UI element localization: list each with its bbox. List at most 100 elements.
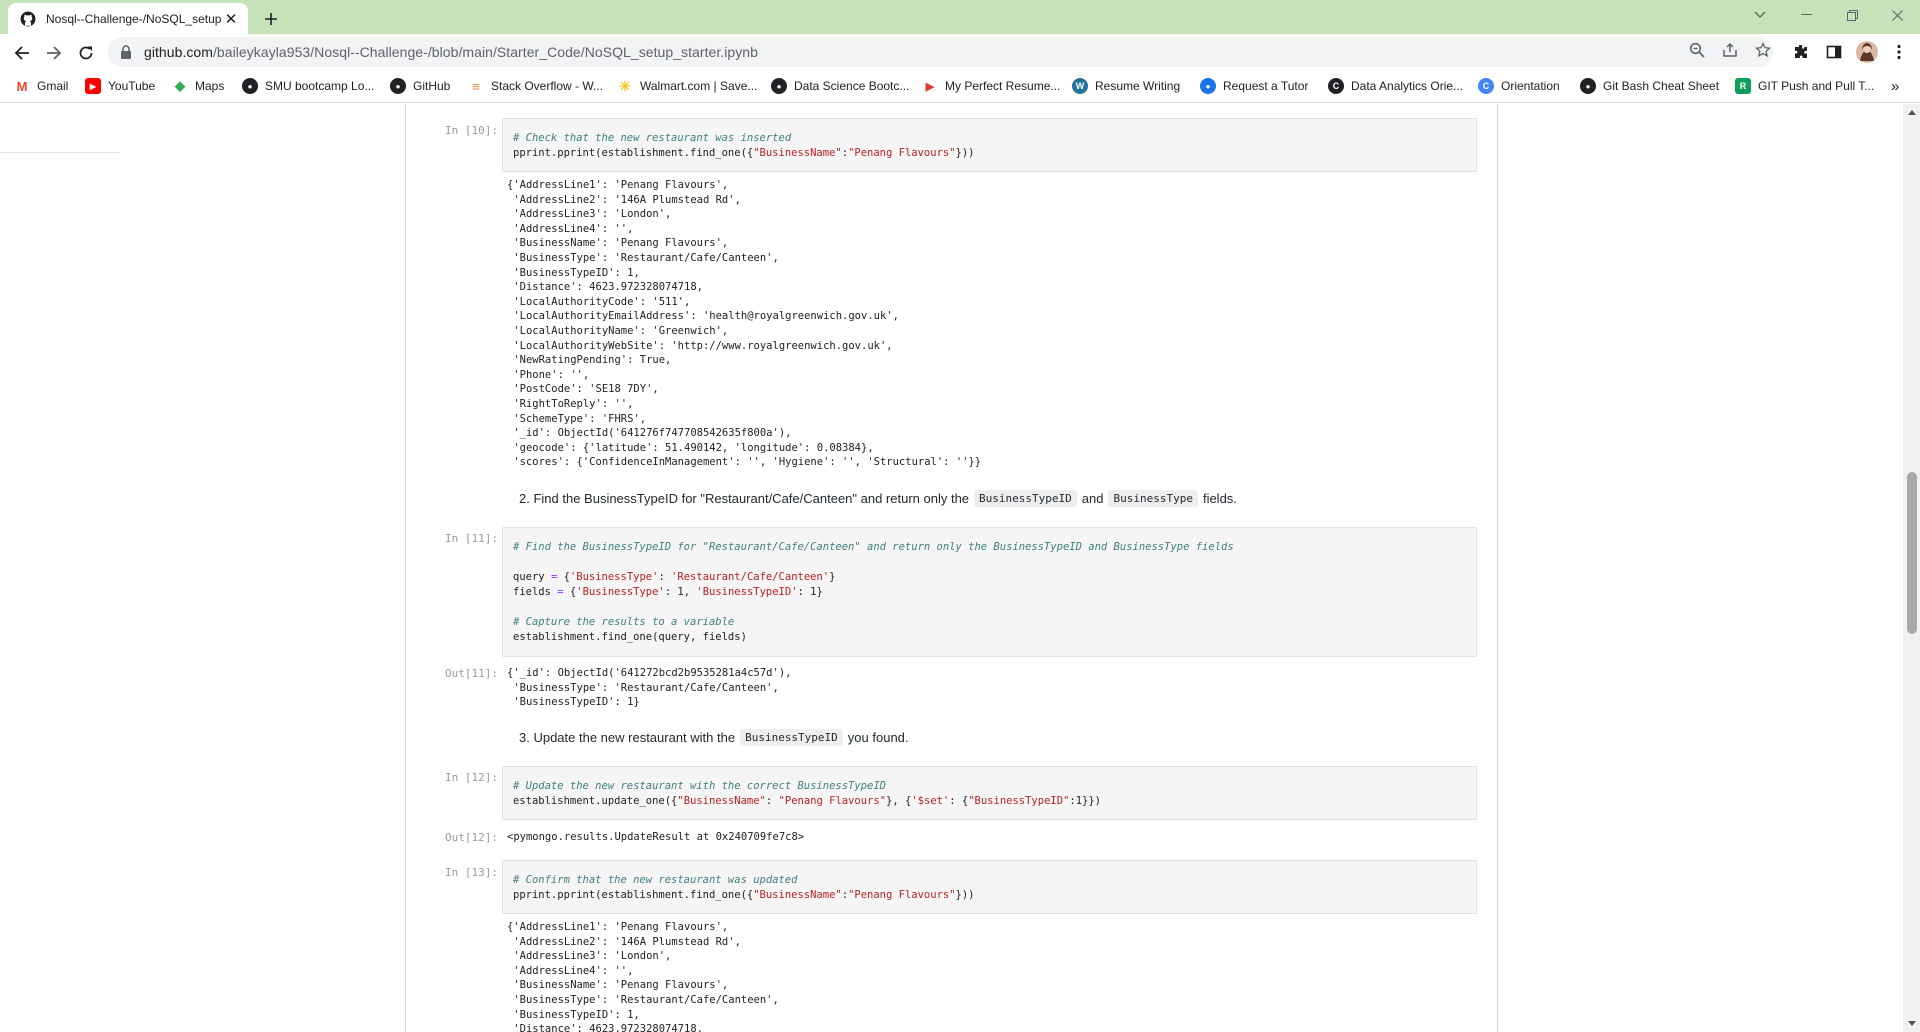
share-icon[interactable] [1719, 39, 1741, 61]
globe-icon: ● [242, 78, 258, 94]
browser-toolbar: github.com/baileykayla953/Nosql--Challen… [0, 34, 1920, 70]
cell-prompt: In [11]: [445, 532, 498, 545]
tab-search-chevron-icon[interactable] [1737, 0, 1783, 30]
cell-output: {'AddressLine1': 'Penang Flavours', 'Add… [507, 179, 982, 469]
bookmark-git-bash-cheat-sheet[interactable]: ● Git Bash Cheat Sheet [1580, 76, 1719, 96]
md-text: fields. [1202, 491, 1237, 506]
divider [0, 152, 120, 153]
bookmark-label: Maps [195, 79, 225, 93]
minimize-icon[interactable] [1783, 0, 1829, 30]
plus-icon[interactable] [258, 6, 284, 32]
scroll-down-icon[interactable] [1907, 1019, 1916, 1028]
globe-icon: C [1328, 78, 1344, 94]
code-cell[interactable]: # Check that the new restaurant was inse… [502, 118, 1477, 172]
sidepanel-icon[interactable] [1823, 41, 1845, 63]
github-icon: ● [390, 78, 406, 94]
maps-icon: ◆ [172, 78, 188, 94]
tab-title: Nosql--Challenge-/NoSQL_setup [46, 11, 222, 26]
bookmark-label: YouTube [108, 79, 156, 93]
avatar[interactable] [1856, 41, 1878, 63]
bookmark-label: Resume Writing [1095, 79, 1181, 93]
bookmark-label: Request a Tutor [1223, 79, 1309, 93]
bookmark-smu-bootcamp[interactable]: ● SMU bootcamp Lo... [242, 76, 374, 96]
cell-prompt: In [13]: [445, 866, 498, 879]
md-text: 3. Update the new restaurant with the [519, 730, 736, 745]
bookmark-request-a-tutor[interactable]: ● Request a Tutor [1200, 76, 1308, 96]
bookmark-label: GitHub [413, 79, 451, 93]
bookmark-youtube[interactable]: ▶ YouTube [85, 76, 155, 96]
bookmark-label: SMU bootcamp Lo... [265, 79, 375, 93]
bookmark-data-analytics[interactable]: C Data Analytics Orie... [1328, 76, 1463, 96]
md-text: and [1081, 491, 1104, 506]
walmart-icon: ✳ [617, 78, 633, 94]
zoom-icon[interactable] [1686, 39, 1708, 61]
markdown-cell: 3. Update the new restaurant with the Bu… [519, 729, 909, 746]
restore-icon[interactable] [1829, 0, 1875, 30]
gmail-icon: M [14, 78, 30, 94]
bookmarks-bar: M Gmail ▶ YouTube ◆ Maps ● SMU bootcamp Lo..… [0, 70, 1920, 103]
orientation-icon: C [1478, 78, 1494, 94]
globe-icon: ● [771, 78, 787, 94]
cell-output: {'_id': ObjectId('641272bcd2b9535281a4c5… [507, 667, 792, 709]
back-icon[interactable] [8, 39, 36, 67]
output-prompt: Out[12]: [445, 831, 498, 844]
scroll-thumb[interactable] [1907, 472, 1917, 634]
bookmark-label: Walmart.com | Save... [640, 79, 758, 93]
bookmark-label: GIT Push and Pull T... [1758, 79, 1875, 93]
markdown-cell: 2. Find the BusinessTypeID for "Restaura… [519, 490, 1237, 507]
resume-icon: ▶ [922, 78, 938, 94]
tutor-icon: ● [1200, 78, 1216, 94]
forward-icon[interactable] [40, 39, 68, 67]
code-cell[interactable]: # Update the new restaurant with the cor… [502, 766, 1477, 820]
code-cell[interactable]: # Find the BusinessTypeID for "Restauran… [502, 527, 1477, 657]
bookmark-label: Git Bash Cheat Sheet [1603, 79, 1720, 93]
youtube-icon: ▶ [85, 78, 101, 94]
bookmark-orientation[interactable]: C Orientation [1478, 76, 1560, 96]
lock-icon [121, 45, 131, 59]
bookmark-stack-overflow[interactable]: ≡ Stack Overflow - W... [468, 76, 603, 96]
inline-code: BusinessTypeID [974, 490, 1077, 507]
bookmark-data-science-bootcamp[interactable]: ● Data Science Bootc... [771, 76, 909, 96]
inline-code: BusinessType [1108, 490, 1198, 507]
bookmark-gmail[interactable]: M Gmail [14, 76, 68, 96]
star-icon[interactable] [1752, 39, 1774, 61]
github-icon [20, 11, 36, 26]
close-window-icon[interactable] [1874, 0, 1920, 30]
bookmark-label: Data Science Bootc... [794, 79, 910, 93]
bookmark-resume-writing[interactable]: W Resume Writing [1072, 76, 1180, 96]
url-path: /baileykayla953/Nosql--Challenge-/blob/m… [212, 44, 758, 60]
bookmark-my-perfect-resume[interactable]: ▶ My Perfect Resume... [922, 76, 1060, 96]
md-text: 2. Find the BusinessTypeID for "Restaura… [519, 491, 970, 506]
menu-icon[interactable] [1888, 41, 1910, 63]
page-scrollbar[interactable] [1903, 104, 1920, 1032]
code-block: # Confirm that the new restaurant was up… [513, 874, 975, 901]
bookmark-label: My Perfect Resume... [945, 79, 1061, 93]
github-icon: ● [1580, 78, 1596, 94]
bookmark-maps[interactable]: ◆ Maps [172, 76, 224, 96]
cell-prompt: In [10]: [445, 124, 498, 137]
bookmarks-overflow-button[interactable]: » [1891, 76, 1899, 96]
extensions-icon[interactable] [1790, 41, 1812, 63]
md-text: you found. [847, 730, 909, 745]
code-block: # Update the new restaurant with the cor… [513, 780, 1101, 807]
url-host: github.com [144, 44, 213, 60]
url-text: github.com/baileykayla953/Nosql--Challen… [144, 44, 758, 60]
address-bar[interactable]: github.com/baileykayla953/Nosql--Challen… [108, 37, 1773, 67]
bookmark-walmart[interactable]: ✳ Walmart.com | Save... [617, 76, 757, 96]
scroll-up-icon[interactable] [1907, 108, 1916, 117]
cell-output: <pymongo.results.UpdateResult at 0x24070… [507, 831, 805, 843]
wordpress-icon: W [1072, 78, 1088, 94]
code-block: # Check that the new restaurant was inse… [513, 132, 975, 159]
browser-tab[interactable]: Nosql--Challenge-/NoSQL_setup ✕ [8, 3, 248, 34]
bookmark-git-push-pull[interactable]: R GIT Push and Pull T... [1735, 76, 1874, 96]
code-block: # Find the BusinessTypeID for "Restauran… [513, 541, 1234, 643]
bookmark-label: Gmail [37, 79, 69, 93]
cell-prompt: In [12]: [445, 771, 498, 784]
bookmark-github[interactable]: ● GitHub [390, 76, 450, 96]
output-prompt: Out[11]: [445, 667, 498, 680]
notebook-page: In [10]: # Check that the new restaurant… [0, 104, 1903, 1032]
close-icon[interactable]: ✕ [222, 10, 240, 28]
code-cell[interactable]: # Confirm that the new restaurant was up… [502, 860, 1477, 914]
bookmark-label: Data Analytics Orie... [1351, 79, 1464, 93]
reload-icon[interactable] [72, 39, 100, 67]
